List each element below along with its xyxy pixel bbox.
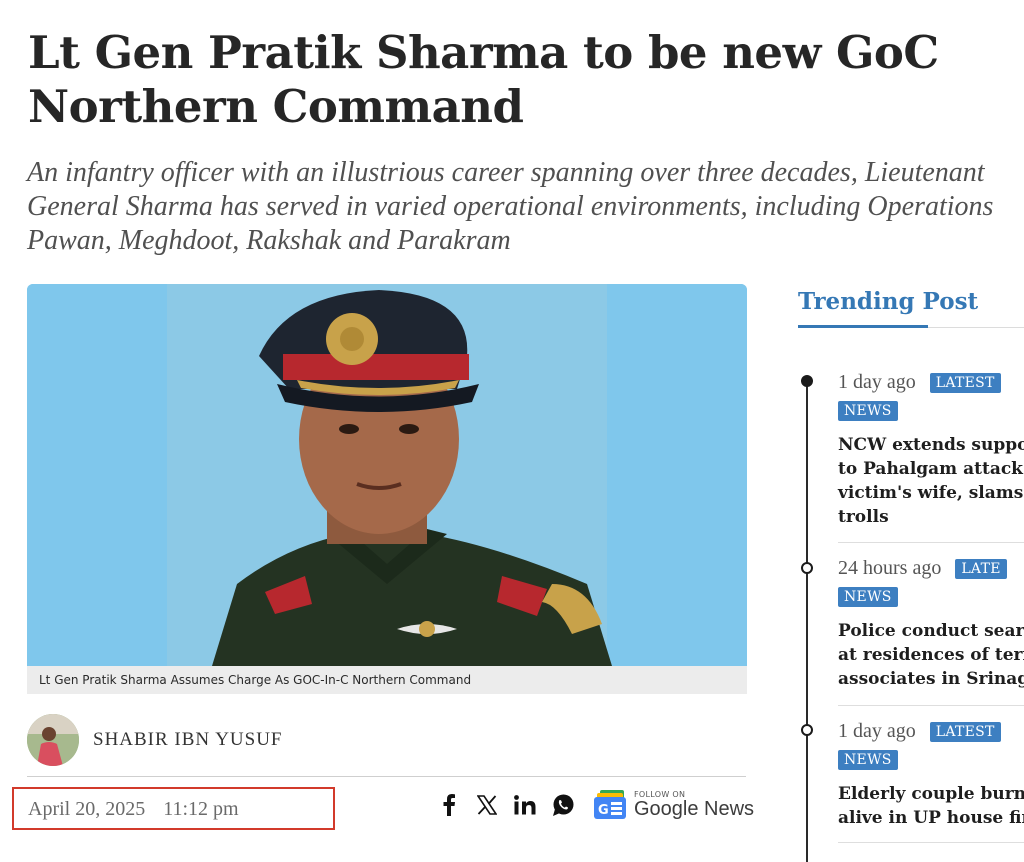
google-news-icon: G xyxy=(594,790,630,820)
author-byline[interactable]: SHABIR IBN YUSUF xyxy=(27,714,283,766)
article-title-line1: Lt Gen Pratik Sharma to be new GoC xyxy=(28,26,939,79)
trending-title-underline xyxy=(798,325,1024,328)
google-news-follow-button[interactable]: G FOLLOW ON Google News xyxy=(594,790,754,820)
timeline-dot-1 xyxy=(801,375,813,387)
trending-divider xyxy=(838,842,1024,843)
subtitle-line3: Pawan, Meghdoot, Rakshak and Parakram xyxy=(27,225,511,256)
headline-line[interactable]: to Pahalgam attack xyxy=(838,457,1024,481)
trending-item-meta: 1 day ago LATEST NEWS xyxy=(838,369,1024,422)
author-photo-icon xyxy=(27,714,79,766)
linkedin-icon[interactable] xyxy=(512,792,538,818)
article-subtitle: An infantry officer with an illustrious … xyxy=(27,156,1024,258)
trending-item-meta: 24 hours ago LATE NEWS xyxy=(838,555,1024,608)
trending-divider xyxy=(838,542,1024,543)
publish-date: April 20, 2025 xyxy=(28,798,146,820)
timeline-dot-2 xyxy=(801,562,813,574)
latest-badge[interactable]: LATEST xyxy=(929,373,1001,394)
headline-line[interactable]: at residences of terro xyxy=(838,643,1024,667)
author-avatar[interactable] xyxy=(27,714,79,766)
headline-line[interactable]: victim's wife, slams h xyxy=(838,481,1024,505)
article-figure: Lt Gen Pratik Sharma Assumes Charge As G… xyxy=(27,284,747,694)
subtitle-line1: An infantry officer with an illustrious … xyxy=(27,157,985,188)
headline-line[interactable]: alive in UP house fire xyxy=(838,806,1024,830)
publish-time: 11:12 pm xyxy=(163,798,239,820)
headline-line[interactable]: Elderly couple burnt xyxy=(838,782,1024,806)
whatsapp-icon[interactable] xyxy=(550,792,576,818)
x-icon[interactable] xyxy=(474,792,500,818)
trending-item-time: 24 hours ago xyxy=(838,557,942,579)
news-badge[interactable]: NEWS xyxy=(838,401,898,422)
svg-text:G: G xyxy=(598,803,609,818)
author-name[interactable]: SHABIR IBN YUSUF xyxy=(93,729,283,751)
trending-item[interactable]: 1 day ago LATEST NEWS Elderly couple burn… xyxy=(838,718,1024,830)
trending-divider xyxy=(838,705,1024,706)
news-badge[interactable]: NEWS xyxy=(838,587,898,608)
share-bar: G FOLLOW ON Google News xyxy=(436,790,754,820)
publish-datetime: April 20, 2025 11:12 pm xyxy=(12,787,335,830)
headline-line[interactable]: NCW extends suppor xyxy=(838,433,1024,457)
timeline-line xyxy=(806,382,808,862)
trending-item[interactable]: 24 hours ago LATE NEWS Police conduct sea… xyxy=(838,555,1024,691)
headline-line[interactable]: associates in Srinaga xyxy=(838,667,1024,691)
latest-badge[interactable]: LATEST xyxy=(929,722,1001,743)
google-news-brand: Google News xyxy=(634,798,755,820)
trending-sidebar: Trending Post xyxy=(798,288,1024,328)
headline-line[interactable]: Police conduct search xyxy=(838,619,1024,643)
trending-item-time: 1 day ago xyxy=(838,720,916,742)
facebook-icon[interactable] xyxy=(436,792,462,818)
article-title-line2: Northern Command xyxy=(28,80,524,133)
trending-item[interactable]: 1 day ago LATEST NEWS NCW extends suppor … xyxy=(838,369,1024,529)
trending-item-time: 1 day ago xyxy=(838,371,916,393)
trending-item-headline[interactable]: Elderly couple burnt alive in UP house f… xyxy=(838,782,1024,830)
trending-item-headline[interactable]: Police conduct search at residences of t… xyxy=(838,619,1024,691)
article-title: Lt Gen Pratik Sharma to be new GoC North… xyxy=(28,26,1018,134)
headline-line[interactable]: trolls xyxy=(838,505,1024,529)
latest-badge[interactable]: LATE xyxy=(955,559,1007,580)
article-photo[interactable] xyxy=(27,284,747,666)
trending-title: Trending Post xyxy=(798,288,979,315)
news-badge[interactable]: NEWS xyxy=(838,750,898,771)
byline-divider xyxy=(27,776,746,777)
google-news-label: FOLLOW ON Google News xyxy=(634,791,755,820)
trending-item-meta: 1 day ago LATEST NEWS xyxy=(838,718,1024,771)
image-caption: Lt Gen Pratik Sharma Assumes Charge As G… xyxy=(27,666,747,694)
subtitle-line2: General Sharma has served in varied oper… xyxy=(27,191,994,222)
trending-item-headline[interactable]: NCW extends suppor to Pahalgam attack vi… xyxy=(838,433,1024,529)
timeline-dot-3 xyxy=(801,724,813,736)
officer-portrait-illustration xyxy=(27,284,747,666)
